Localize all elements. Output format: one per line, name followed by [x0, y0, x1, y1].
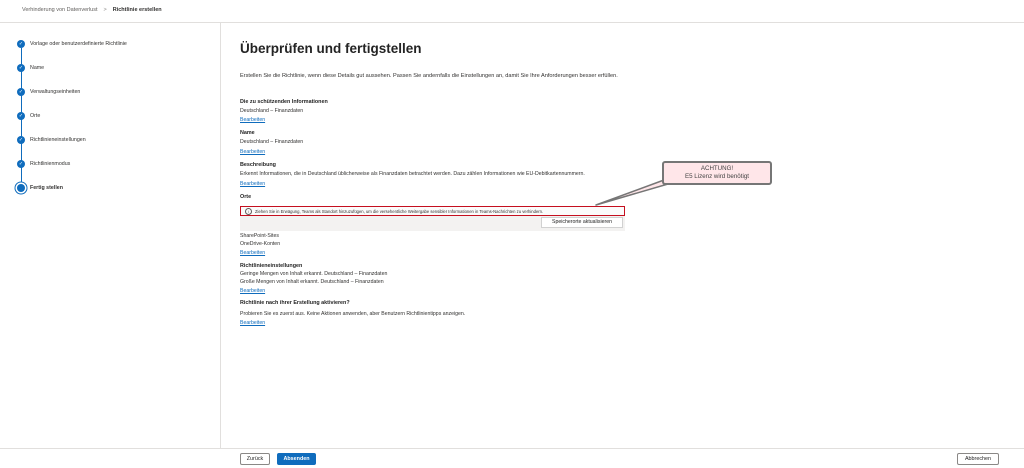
settings-heading: Richtlinieneinstellungen — [240, 263, 303, 269]
edit-description-link[interactable]: Bearbeiten — [240, 181, 265, 187]
description-value: Erkennt Informationen, die in Deutschlan… — [240, 171, 585, 177]
top-bar: Verhinderung von Datenverlust > Richtlinie… — [0, 0, 1024, 23]
activate-heading: Richtlinie nach ihrer Erstellung aktivie… — [240, 300, 350, 306]
breadcrumb-current: Richtlinie erstellen — [112, 7, 162, 13]
current-step-icon — [17, 184, 25, 192]
description-heading: Beschreibung — [240, 162, 276, 168]
page-title: Überprüfen und fertigstellen — [240, 41, 422, 56]
wizard-steps-sidebar: ✓ Vorlage oder benutzerdefinierte Richtl… — [0, 23, 221, 448]
checkmark-icon: ✓ — [17, 40, 25, 48]
settings-line-low: Geringe Mengen von Inhalt erkannt. Deuts… — [240, 271, 388, 277]
step-label: Orte — [30, 113, 41, 119]
location-item-onedrive: OneDrive-Konten — [240, 241, 281, 247]
checkmark-icon: ✓ — [17, 160, 25, 168]
location-item-sharepoint: SharePoint-Sites — [240, 233, 279, 239]
edit-info-link[interactable]: Bearbeiten — [240, 117, 265, 123]
settings-line-high: Große Mengen von Inhalt erkannt. Deutsch… — [240, 279, 384, 285]
breadcrumb-parent-link[interactable]: Verhinderung von Datenverlust — [22, 7, 98, 13]
name-heading: Name — [240, 130, 255, 136]
step-label: Verwaltungseinheiten — [30, 89, 81, 95]
edit-locations-link[interactable]: Bearbeiten — [240, 250, 265, 256]
back-button[interactable]: Zurück — [240, 453, 270, 465]
step-label: Richtlinieneinstellungen — [30, 137, 86, 143]
edit-activate-link[interactable]: Bearbeiten — [240, 320, 265, 326]
checkmark-icon: ✓ — [17, 88, 25, 96]
cancel-button[interactable]: Abbrechen — [957, 453, 999, 465]
info-heading: Die zu schützenden Informationen — [240, 99, 328, 105]
activate-value: Probieren Sie es zuerst aus. Keine Aktio… — [240, 311, 466, 317]
checkmark-icon: ✓ — [17, 112, 25, 120]
checkmark-icon: ✓ — [17, 64, 25, 72]
step-label: Fertig stellen — [30, 185, 63, 191]
teams-recommendation-message: i Ziehen Sie in Erwägung, Teams als Stan… — [240, 206, 625, 216]
name-value: Deutschland – Finanzdaten — [240, 139, 304, 145]
license-warning-callout: ACHTUNG! E5 Lizenz wird benötigt — [662, 161, 772, 185]
intro-text: Erstellen Sie die Richtlinie, wenn diese… — [240, 73, 618, 79]
edit-settings-link[interactable]: Bearbeiten — [240, 288, 265, 294]
step-label: Vorlage oder benutzerdefinierte Richtlin… — [30, 41, 127, 47]
callout-line-1: ACHTUNG! — [700, 165, 734, 172]
message-text: Ziehen Sie in Erwägung, Teams als Stando… — [255, 208, 544, 214]
edit-name-link[interactable]: Bearbeiten — [240, 149, 265, 155]
step-label: Richtlinienmodus — [30, 161, 71, 167]
step-label: Name — [30, 65, 45, 71]
locations-heading: Orte — [240, 194, 252, 200]
submit-button[interactable]: Absenden — [277, 453, 316, 465]
update-locations-button[interactable]: Speicherorte aktualisieren — [541, 217, 623, 228]
callout-line-2: E5 Lizenz wird benötigt — [685, 173, 749, 180]
wizard-footer: Zurück Absenden Abbrechen — [0, 448, 1024, 468]
breadcrumb: Verhinderung von Datenverlust > Richtlinie… — [22, 7, 162, 13]
info-value: Deutschland – Finanzdaten — [240, 108, 304, 114]
checkmark-icon: ✓ — [17, 136, 25, 144]
info-icon: i — [245, 208, 252, 216]
breadcrumb-separator: > — [103, 7, 107, 13]
teams-recommendation-bar: i Ziehen Sie in Erwägung, Teams als Stan… — [240, 206, 625, 231]
